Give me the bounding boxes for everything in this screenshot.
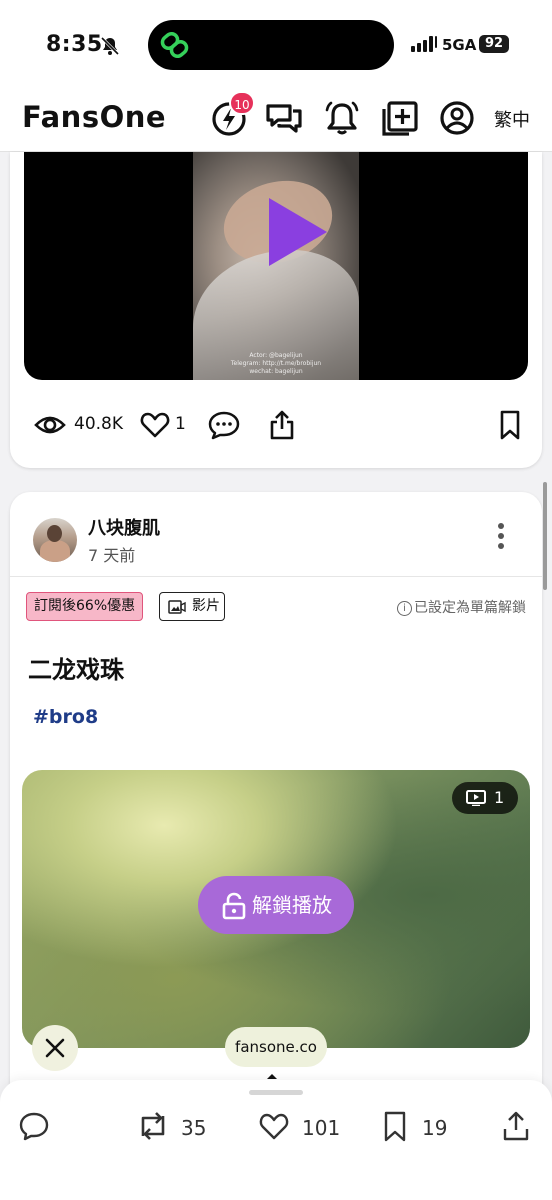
views-count: 40.8K [74,414,123,434]
status-time: 8:35 [46,32,103,57]
promo-badge: 訂閱後66%優惠 [26,592,144,621]
language-switch[interactable]: 繁中 [494,106,530,132]
bookmark-count: 19 [422,1116,448,1140]
share-button[interactable] [500,1110,532,1146]
unlock-icon [222,892,246,920]
notification-badge: 10 [229,91,255,115]
bell-icon[interactable] [322,98,362,138]
info-icon: i [397,601,412,616]
comment-icon[interactable] [208,410,240,440]
author-name[interactable]: 八块腹肌 [88,514,160,540]
signal-icon [411,36,437,52]
battery-level: 92 [479,35,509,53]
app-header: FansOne 10 繁中 [0,90,552,152]
share-icon [503,1111,529,1141]
bell-off-icon [100,36,120,56]
author-avatar[interactable] [33,518,77,562]
post-card-2: 八块腹肌 7 天前 訂閱後66%優惠 影片 i 已設定為單篇解鎖 二龙戏珠 #br… [10,492,542,1112]
like-button[interactable]: 101 [258,1110,340,1146]
views-icon [34,416,66,434]
play-icon[interactable] [269,198,327,266]
add-post-icon[interactable] [380,98,420,138]
bookmark-icon [384,1111,406,1142]
bottom-action-bar: 35 101 19 [0,1080,552,1200]
video-player[interactable]: Actor: @bagelijun Telegram: http://t.me/… [24,152,528,380]
media-type-tag: 影片 [159,592,225,621]
repost-count: 35 [181,1116,207,1140]
media-count: 1 [494,788,505,807]
media-type-label: 影片 [192,598,220,614]
video-thumbnail: Actor: @bagelijun Telegram: http://t.me/… [193,152,359,380]
sheet-grabber[interactable] [249,1090,303,1095]
likes-count: 1 [175,414,186,434]
reply-icon [19,1112,49,1141]
locked-media[interactable]: 1 解鎖播放 [22,770,530,1048]
heart-icon [259,1113,289,1140]
repost-icon [141,1112,165,1140]
bookmark-icon[interactable] [494,410,526,440]
scroll-indicator[interactable] [543,482,547,590]
header-divider [10,576,542,577]
status-bar: 8:35 5GA 92 [0,0,552,90]
unlock-play-button[interactable]: 解鎖播放 [198,876,354,934]
messages-icon[interactable] [264,98,304,138]
video-watermark: Actor: @bagelijun Telegram: http://t.me/… [230,352,322,375]
chevron-up-icon[interactable] [266,1072,278,1080]
close-icon [45,1038,65,1058]
dynamic-island [148,20,394,70]
like-count: 101 [302,1116,341,1140]
profile-icon[interactable] [437,98,477,138]
post-stats: 40.8K 1 [34,408,524,444]
bookmark-button[interactable]: 19 [380,1110,450,1146]
app-logo[interactable]: FansOne [22,100,166,134]
network-type: 5GA [442,36,477,54]
unlock-play-label: 解鎖播放 [252,893,332,917]
share-icon[interactable] [266,410,298,440]
hashtag-link[interactable]: #bro8 [33,706,98,728]
more-options-icon[interactable] [496,522,506,550]
heart-icon[interactable] [139,410,171,440]
reply-button[interactable] [18,1110,52,1146]
post-title: 二龙戏珠 [28,656,124,684]
media-count-pill: 1 [452,782,518,814]
browser-url-pill[interactable]: fansone.co [225,1027,327,1067]
close-button[interactable] [32,1025,78,1071]
link-icon [160,31,189,59]
post-time: 7 天前 [88,546,136,565]
video-icon [168,600,186,614]
repost-button[interactable]: 35 [136,1110,216,1146]
post-card-1: Actor: @bagelijun Telegram: http://t.me/… [10,152,542,468]
play-screen-icon [466,790,486,806]
unlock-note: i 已設定為單篇解鎖 [397,597,526,617]
